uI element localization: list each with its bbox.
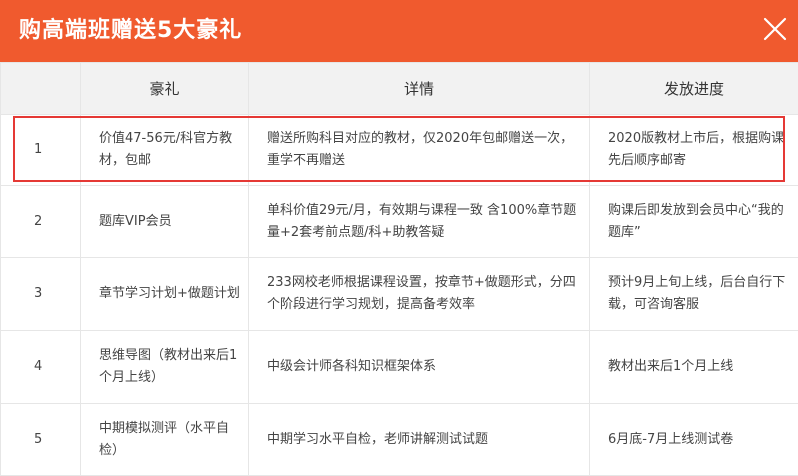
table-row: 2 题库VIP会员 单科价值29元/月，有效期与课程一致 含100%章节题量+2… [0,185,798,258]
detail-cell: 单科价值29元/月，有效期与课程一致 含100%章节题量+2套考前点题/科+助教… [248,185,590,258]
table-row: 3 章节学习计划+做题计划 233网校老师根据课程设置，按章节+做题形式，分四个… [0,257,798,331]
row-number: 2 [0,185,81,258]
column-header-gift: 豪礼 [80,62,249,115]
detail-cell: 中级会计师各科知识框架体系 [248,330,590,404]
gift-cell: 思维导图（教材出来后1个月上线） [80,330,249,404]
table-row: 1 价值47-56元/科官方教材，包邮 赠送所购科目对应的教材，仅2020年包邮… [0,114,798,186]
close-icon[interactable] [763,17,787,41]
progress-cell: 教材出来后1个月上线 [589,330,798,404]
gift-table: 豪礼 详情 发放进度 1 价值47-56元/科官方教材，包邮 赠送所购科目对应的… [0,62,798,476]
gift-dialog: 购高端班赠送5大豪礼 豪礼 详情 发放进度 1 价值47-56元/科官方教材，包… [0,0,798,476]
detail-cell: 赠送所购科目对应的教材，仅2020年包邮赠送一次，重学不再赠送 [248,114,590,186]
detail-cell: 中期学习水平自检，老师讲解测试试题 [248,403,590,476]
detail-cell: 233网校老师根据课程设置，按章节+做题形式，分四个阶段进行学习规划，提高备考效… [248,257,590,331]
progress-cell: 2020版教材上市后，根据购课先后顺序邮寄 [589,114,798,186]
column-header-detail: 详情 [248,62,590,115]
progress-cell: 预计9月上旬上线，后台自行下载，可咨询客服 [589,257,798,331]
row-number: 3 [0,257,81,331]
progress-cell: 购课后即发放到会员中心“我的题库” [589,185,798,258]
table-row: 4 思维导图（教材出来后1个月上线） 中级会计师各科知识框架体系 教材出来后1个… [0,330,798,404]
dialog-title: 购高端班赠送5大豪礼 [19,18,243,43]
gift-cell: 中期模拟测评（水平自检） [80,403,249,476]
column-header-progress: 发放进度 [589,62,798,115]
column-header-index [0,62,81,115]
row-number: 5 [0,403,81,476]
dialog-header: 购高端班赠送5大豪礼 [0,0,798,62]
gift-cell: 题库VIP会员 [80,185,249,258]
gift-cell: 价值47-56元/科官方教材，包邮 [80,114,249,186]
table-row: 5 中期模拟测评（水平自检） 中期学习水平自检，老师讲解测试试题 6月底-7月上… [0,403,798,476]
row-number: 4 [0,330,81,404]
progress-cell: 6月底-7月上线测试卷 [589,403,798,476]
row-number: 1 [0,114,81,186]
gift-cell: 章节学习计划+做题计划 [80,257,249,331]
table-header-row: 豪礼 详情 发放进度 [0,62,798,115]
